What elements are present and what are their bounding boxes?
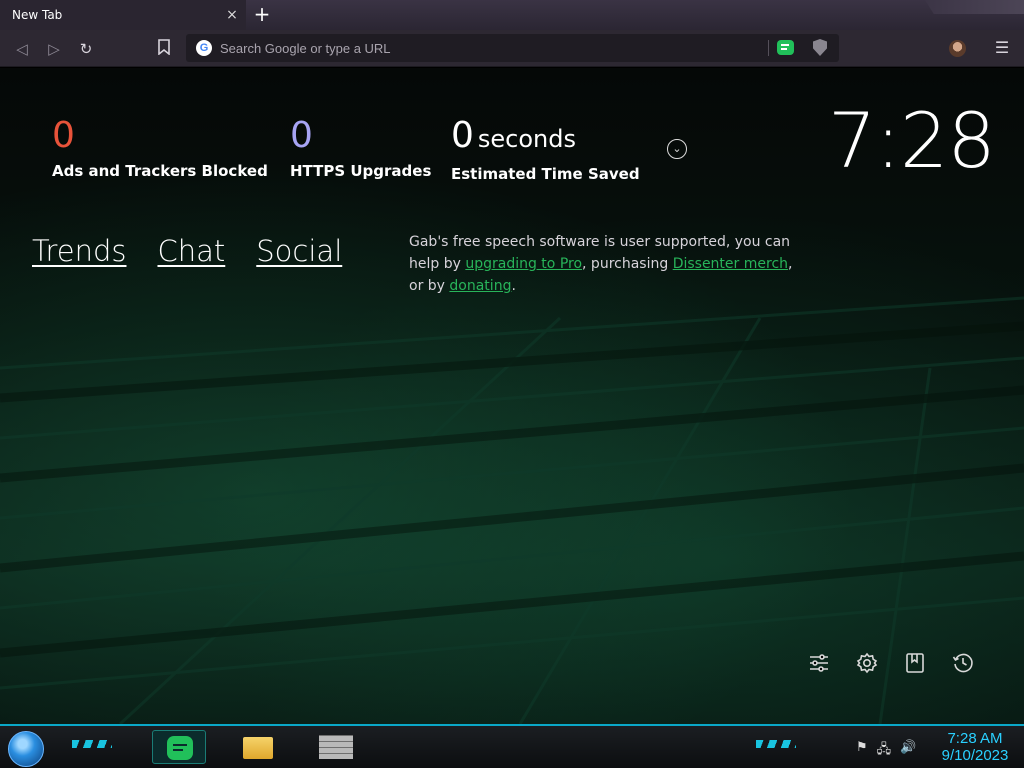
taskbar-clock[interactable]: 7:28 AM 9/10/2023	[930, 730, 1020, 764]
gab-support-message: Gab's free speech software is user suppo…	[409, 231, 809, 297]
message-text: .	[511, 278, 516, 294]
chevron-down-icon[interactable]: ⌄	[667, 139, 687, 159]
address-bar[interactable]: G Search Google or type a URL	[186, 34, 839, 62]
taskbar-date: 9/10/2023	[941, 747, 1009, 764]
settings-icon[interactable]	[856, 652, 878, 674]
profile-avatar[interactable]	[949, 40, 966, 57]
taskbar-app-gab[interactable]	[152, 730, 206, 764]
taskbar-app-firewall[interactable]	[309, 730, 363, 764]
tab-title: New Tab	[12, 8, 63, 22]
menu-icon[interactable]: ☰	[994, 39, 1010, 57]
network-icon[interactable]: 🖧	[877, 740, 892, 762]
link-donating[interactable]: donating	[449, 278, 511, 294]
back-button[interactable]: ◁	[12, 39, 32, 59]
taskbar-app-explorer[interactable]	[231, 730, 285, 764]
time-saved-value: 0 seconds	[451, 114, 640, 161]
bookmarks-icon[interactable]	[904, 652, 926, 674]
forward-button[interactable]: ▷	[44, 39, 64, 59]
bookmark-icon[interactable]	[154, 39, 174, 59]
https-upgrades-count: 0	[290, 115, 313, 156]
clock: 7:28	[828, 96, 996, 185]
tab-strip: New Tab × +	[0, 0, 1024, 30]
browser-toolbar: ◁ ▷ ↻ G Search Google or type a URL ☰	[0, 30, 1024, 67]
time-saved-count: 0	[451, 115, 474, 156]
message-text: , purchasing	[582, 256, 673, 272]
ads-blocked-count: 0	[52, 115, 75, 156]
ads-blocked-label: Ads and Trackers Blocked	[52, 162, 268, 180]
gab-app-icon	[167, 736, 193, 760]
firewall-icon	[319, 735, 353, 759]
taskbar-time: 7:28 AM	[947, 730, 1003, 747]
stat-ads-blocked: 0 Ads and Trackers Blocked	[52, 114, 268, 180]
stat-https-upgrades: 0 HTTPS Upgrades	[290, 114, 431, 180]
taskbar: ⚑ 🖧 🔊 7:28 AM 9/10/2023	[0, 724, 1024, 768]
time-saved-label: Estimated Time Saved	[451, 165, 640, 183]
reload-button[interactable]: ↻	[76, 39, 96, 59]
new-tab-page: 0 Ads and Trackers Blocked 0 HTTPS Upgra…	[0, 68, 1024, 724]
time-saved-unit: seconds	[477, 125, 577, 153]
window-decoration	[925, 0, 1024, 14]
start-button[interactable]	[8, 731, 44, 767]
history-icon[interactable]	[952, 652, 974, 674]
address-divider	[768, 40, 769, 56]
gab-extension-icon[interactable]	[777, 40, 794, 55]
link-trends[interactable]: Trends	[32, 234, 126, 268]
link-upgrade-pro[interactable]: upgrading to Pro	[465, 256, 582, 272]
tab-close-icon[interactable]: ×	[224, 6, 240, 24]
customize-icon[interactable]	[808, 652, 830, 674]
address-placeholder: Search Google or type a URL	[220, 40, 391, 56]
shield-icon[interactable]	[813, 39, 827, 56]
system-tray: ⚑ 🖧 🔊	[856, 740, 916, 762]
stat-time-saved: 0 seconds Estimated Time Saved	[451, 114, 640, 183]
tab-new-tab[interactable]: New Tab ×	[0, 0, 246, 30]
page-tools	[808, 652, 974, 674]
new-tab-button[interactable]: +	[251, 4, 273, 26]
link-dissenter-merch[interactable]: Dissenter merch	[673, 256, 788, 272]
link-social[interactable]: Social	[256, 234, 342, 268]
taskbar-decoration	[72, 740, 112, 748]
top-links: Trends Chat Social	[32, 234, 342, 268]
folder-icon	[243, 737, 273, 759]
link-chat[interactable]: Chat	[157, 234, 225, 268]
action-center-icon[interactable]: ⚑	[856, 740, 868, 762]
https-upgrades-label: HTTPS Upgrades	[290, 162, 432, 180]
google-icon: G	[196, 40, 212, 56]
volume-icon[interactable]: 🔊	[900, 740, 916, 762]
taskbar-decoration	[756, 740, 796, 748]
